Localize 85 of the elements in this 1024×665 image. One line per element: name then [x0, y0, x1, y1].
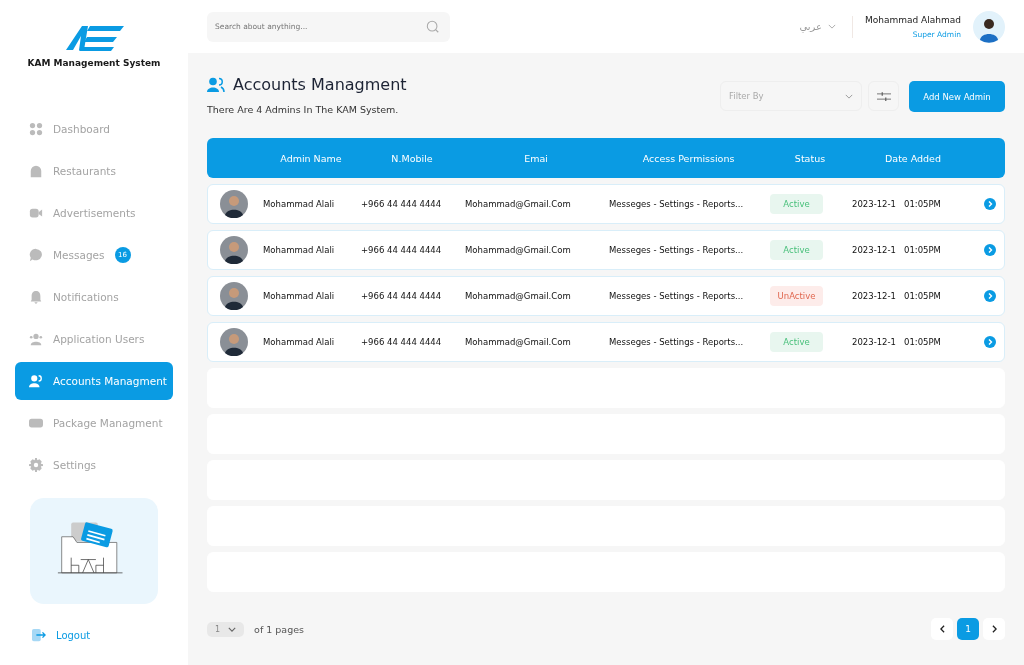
status-badge: UnActive [770, 286, 823, 306]
page-select[interactable]: 1 [207, 621, 245, 637]
users-icon [207, 76, 225, 93]
table-cell: 01:05PM [904, 291, 941, 301]
search-icon [426, 19, 440, 34]
logout-link[interactable]: Logout [32, 628, 91, 642]
table-cell: 01:05PM [904, 337, 941, 347]
chevron-down-icon [845, 93, 853, 99]
chevron-down-icon [228, 626, 237, 632]
table-cell-text: +966 44 444 4444 [361, 245, 443, 255]
bell-icon [29, 290, 43, 304]
table-cell-text: Mohammad Alali [263, 199, 336, 209]
table-cell: 01:05PM [904, 199, 941, 209]
column-header: Date Added [885, 152, 941, 164]
table-cell-text: Mohammad Alali [263, 245, 336, 255]
table-cell-text: Mohammad@Gmail.Com [465, 245, 572, 255]
chevron-right-icon[interactable] [984, 290, 996, 302]
logout-icon [32, 628, 46, 642]
table-cell: 2023-12-1 [852, 337, 896, 347]
filter-dropdown[interactable]: Filter By [720, 81, 862, 111]
brand-name: KAM Management System [27, 58, 161, 68]
chevron-right-icon[interactable] [984, 336, 996, 348]
page-subtitle: There Are 4 Admins In The KAM System. [207, 104, 400, 115]
gear-icon [29, 458, 43, 472]
video-camera-icon [29, 206, 43, 220]
table-cell-text: Messeges - Settings - Reports... [609, 291, 745, 301]
sidebar-item[interactable]: Accounts Managment [15, 362, 173, 400]
status-badge: Active [770, 194, 823, 214]
column-header: Admin Name [280, 152, 342, 164]
table-cell: 2023-12-1 [852, 245, 896, 255]
sidebar-item[interactable]: Settings [15, 446, 173, 484]
table-cell: 01:05PM [904, 245, 941, 255]
dashboard-icon [29, 122, 43, 136]
table-cell-text: Messeges - Settings - Reports... [609, 245, 745, 255]
sidebar-item[interactable]: Application Users [15, 320, 173, 358]
sidebar-item[interactable]: Dashboard [15, 110, 173, 148]
avatar-icon [220, 282, 248, 310]
user-icon [29, 374, 43, 388]
sliders-icon [876, 90, 891, 102]
avatar-icon[interactable] [973, 10, 1005, 43]
chat-bubble-icon [29, 248, 43, 262]
add-admin-button[interactable]: Add New Admin [909, 81, 1005, 112]
next-page-button[interactable] [983, 618, 1005, 640]
page-title: Accounts Managment [233, 75, 407, 94]
table-cell: 2023-12-1 [852, 199, 896, 209]
table-cell-text: +966 44 444 4444 [361, 199, 443, 209]
chevron-down-icon [828, 24, 836, 29]
chevron-right-icon[interactable] [984, 198, 996, 210]
sidebar-item[interactable]: Package Managment [15, 404, 173, 442]
status-badge: Active [770, 240, 823, 260]
filter-settings-button[interactable] [868, 81, 899, 111]
avatar-icon [220, 190, 248, 218]
table-cell-text: Mohammad@Gmail.Com [465, 337, 572, 347]
chevron-left-icon [939, 625, 945, 633]
table-cell-text: +966 44 444 4444 [361, 291, 443, 301]
sidebar-item[interactable]: Notifications [15, 278, 173, 316]
page-button[interactable]: 1 [957, 618, 979, 640]
table-cell-text: Mohammad@Gmail.Com [465, 199, 572, 209]
users-icon [29, 332, 43, 346]
table-row[interactable]: Mohammad Alali +966 44 444 4444 Mohammad@Gmail.Com Messeges - Settings - Reports... Active 2023-12-1 01:05PM [207, 322, 1005, 362]
language-selector[interactable]: عربي [799, 21, 836, 32]
table-cell-text: +966 44 444 4444 [361, 337, 443, 347]
avatar-icon [220, 328, 248, 356]
sidebar-item[interactable]: Advertisements [15, 194, 173, 232]
table-cell-text: Messeges - Settings - Reports... [609, 199, 745, 209]
page-count: of 1 pages [254, 623, 304, 635]
table-cell-text: Mohammad Alali [263, 291, 336, 301]
previous-page-button[interactable] [931, 618, 953, 640]
table-cell-text: Mohammad@Gmail.Com [465, 291, 572, 301]
table-row[interactable]: Mohammad Alali +966 44 444 4444 Mohammad@Gmail.Com Messeges - Settings - Reports... UnActive 2023-12-1 01:05PM [207, 276, 1005, 316]
column-header: Emai [524, 152, 548, 164]
status-badge: Active [770, 332, 823, 352]
avatar-icon [220, 236, 248, 264]
table-cell-text: Mohammad Alali [263, 337, 336, 347]
table-cell: 2023-12-1 [852, 291, 896, 301]
chevron-right-icon[interactable] [984, 244, 996, 256]
chevron-right-icon [991, 625, 997, 633]
column-header: Access Permissions [642, 152, 735, 164]
table-row[interactable]: Mohammad Alali +966 44 444 4444 Mohammad@Gmail.Com Messeges - Settings - Reports... Active 2023-12-1 01:05PM [207, 230, 1005, 270]
column-header: Status [794, 152, 826, 164]
user-name: Mohammad Alahmad [865, 14, 961, 25]
column-header: N.Mobile [391, 152, 433, 164]
table-cell-text: Messeges - Settings - Reports... [609, 337, 745, 347]
table-row[interactable]: Mohammad Alali +966 44 444 4444 Mohammad@Gmail.Com Messeges - Settings - Reports... Active 2023-12-1 01:05PM [207, 184, 1005, 224]
sidebar-item[interactable]: Restaurants [15, 152, 173, 190]
